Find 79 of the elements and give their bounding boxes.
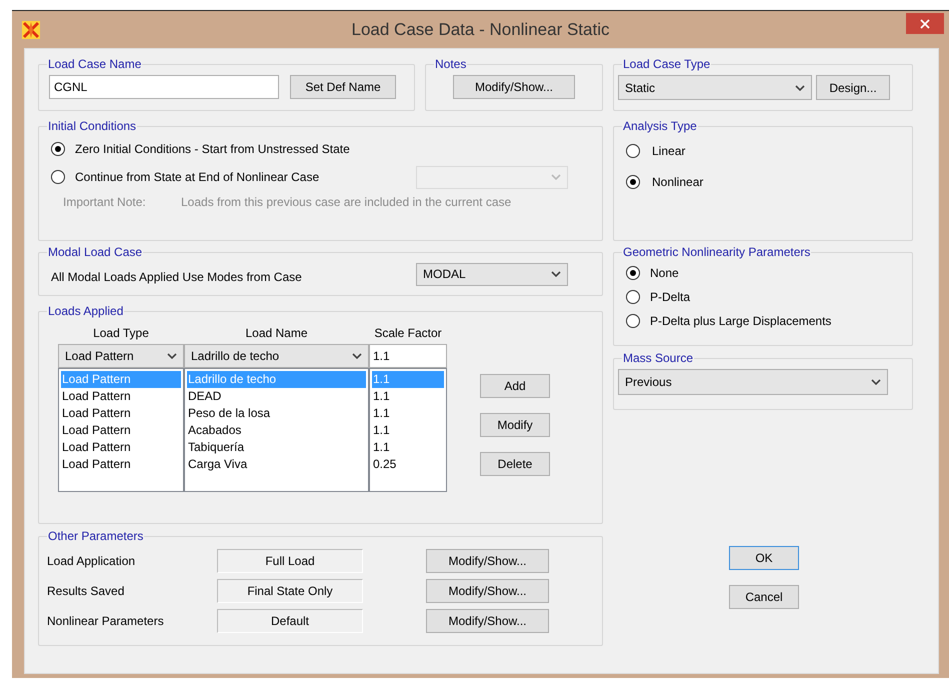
list-item[interactable]: 1.1 [372, 405, 444, 422]
button[interactable]: Add [480, 374, 550, 398]
list-item[interactable]: Load Pattern [61, 388, 181, 405]
button[interactable]: Modify/Show... [453, 75, 575, 99]
parameter-label: Load Application [47, 553, 136, 570]
list-item[interactable]: Load Pattern [61, 405, 181, 422]
chevron-down-icon [795, 84, 805, 90]
radio-label: P-Delta plus Large Displacements [650, 313, 832, 330]
dropdown[interactable]: Static [618, 75, 812, 100]
group-label: Geometric Nonlinearity Parameters [622, 244, 812, 261]
radio-button[interactable] [51, 170, 65, 184]
chevron-down-icon [352, 353, 362, 359]
window-title: Load Case Data - Nonlinear Static [350, 18, 610, 41]
group-label: Initial Conditions [47, 118, 138, 135]
chevron-down-icon [551, 271, 561, 277]
column-header: Load Name [244, 325, 309, 342]
dropdown[interactable]: Load Pattern [58, 344, 184, 368]
button[interactable]: Delete [480, 452, 550, 476]
group-label: Other Parameters [47, 528, 144, 545]
list-item[interactable]: 0.25 [372, 456, 444, 473]
radio-button[interactable] [626, 290, 640, 304]
radio-label: P-Delta [650, 289, 690, 306]
button[interactable]: Set Def Name [290, 75, 396, 99]
button[interactable]: Modify/Show... [426, 609, 549, 633]
radio-label: Zero Initial Conditions - Start from Unstressed State [75, 141, 350, 158]
list-item[interactable]: 1.1 [372, 439, 444, 456]
parameter-value: Final State Only [217, 579, 363, 603]
list-item[interactable]: 1.1 [372, 422, 444, 439]
list-item[interactable]: Load Pattern [61, 456, 181, 473]
name-input[interactable]: CGNL [49, 75, 279, 99]
close-icon [920, 18, 930, 28]
chevron-down-icon [871, 379, 881, 385]
parameter-label: Results Saved [47, 583, 126, 600]
group-label: Notes [434, 56, 468, 73]
radio-label: Continue from State at End of Nonlinear Case [75, 169, 320, 186]
parameter-value: Default [217, 609, 363, 633]
dropdown[interactable]: MODAL [416, 262, 568, 286]
list-item[interactable]: Peso de la losa [187, 405, 366, 422]
column-header: Scale Factor [373, 325, 443, 342]
list-item[interactable]: Load Pattern [61, 439, 181, 456]
radio-button[interactable] [626, 174, 640, 188]
radio-button[interactable] [626, 314, 640, 328]
radio-button[interactable] [51, 142, 65, 156]
button[interactable]: Design... [816, 75, 890, 100]
radio-button[interactable] [626, 144, 640, 158]
radio-label: None [650, 265, 679, 282]
parameter-label: Nonlinear Parameters [47, 613, 165, 630]
radio-button[interactable] [626, 266, 640, 280]
column-header: Load Type [92, 325, 150, 342]
close-button[interactable] [906, 13, 944, 34]
chevron-down-icon [167, 353, 177, 359]
radio-label: Nonlinear [652, 174, 704, 190]
parameter-value: Full Load [217, 549, 363, 573]
button[interactable]: Cancel [729, 585, 799, 609]
note-label: Important Note: [63, 194, 147, 211]
list-item[interactable]: Acabados [187, 422, 366, 439]
group-label: Loads Applied [47, 303, 124, 320]
group-label: Mass Source [622, 350, 694, 367]
note-text: Loads from this previous case are included in the current case [181, 194, 512, 211]
modal-text: All Modal Loads Applied Use Modes from Case [51, 269, 302, 286]
list-item[interactable]: Load Pattern [61, 422, 181, 439]
list-item[interactable]: Tabiquería [187, 439, 366, 456]
scale-factor-input[interactable]: 1.1 [369, 344, 447, 368]
list-item[interactable]: DEAD [187, 388, 366, 405]
group-label: Modal Load Case [47, 244, 144, 261]
button[interactable]: Modify/Show... [426, 549, 549, 573]
dropdown[interactable]: Ladrillo de techo [184, 344, 369, 368]
list-item[interactable]: Carga Viva [187, 456, 366, 473]
group-label: Load Case Type [622, 56, 712, 73]
group-label: Load Case Name [47, 56, 142, 73]
dropdown[interactable]: Previous [618, 369, 888, 395]
chevron-down-icon [551, 174, 561, 180]
group-label: Analysis Type [622, 118, 698, 135]
app-icon [21, 20, 41, 40]
list-item[interactable]: 1.1 [372, 388, 444, 405]
button[interactable]: Modify/Show... [426, 579, 549, 603]
button[interactable]: OK [729, 546, 799, 570]
radio-label: Linear [652, 142, 686, 160]
button[interactable]: Modify [480, 413, 550, 437]
